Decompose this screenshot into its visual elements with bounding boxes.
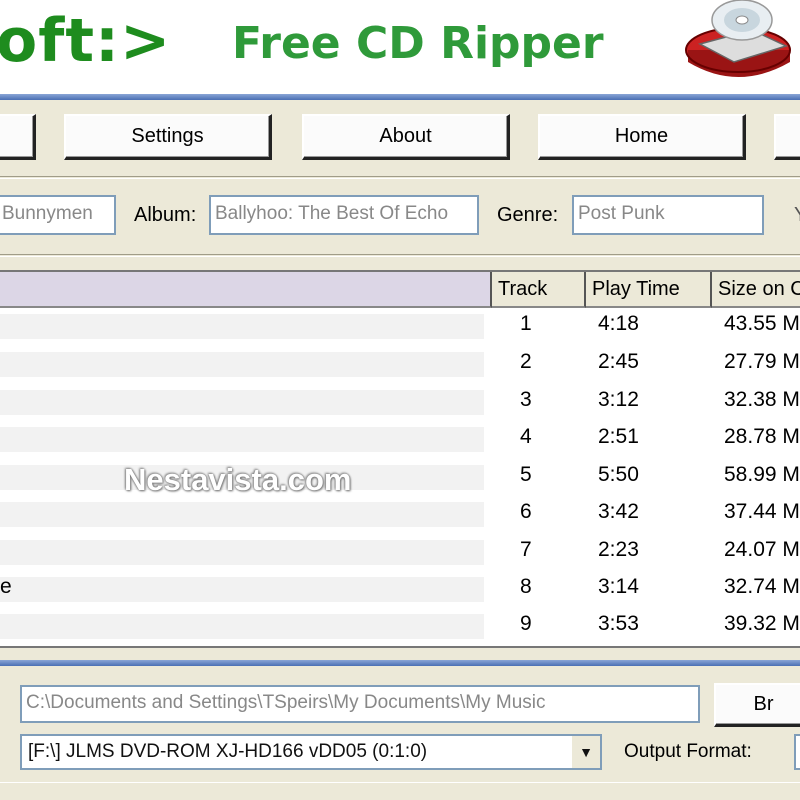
track-play-time: 3:53 — [598, 612, 639, 635]
table-row[interactable]: 3 3:12 32.38 M — [0, 384, 800, 421]
track-number: 5 — [520, 463, 532, 486]
output-path-field[interactable]: C:\Documents and Settings\TSpeirs\My Doc… — [20, 685, 700, 723]
tags-separator — [0, 254, 800, 257]
track-play-time: 5:50 — [598, 463, 639, 486]
track-size: 58.99 M — [724, 463, 800, 486]
track-play-time: 2:45 — [598, 350, 639, 373]
table-row[interactable]: 7 2:23 24.07 M — [0, 534, 800, 571]
track-size: 24.07 M — [724, 538, 800, 561]
app-title: Free CD Ripper — [232, 18, 604, 69]
table-row[interactable]: 4 2:51 28.78 M — [0, 421, 800, 458]
column-header-title[interactable] — [0, 272, 492, 308]
track-size: 39.32 M — [724, 612, 800, 635]
track-number: 2 — [520, 350, 532, 373]
year-label-partial: Y — [794, 204, 800, 227]
track-number: 6 — [520, 500, 532, 523]
table-row[interactable]: 5 5:50 58.99 M — [0, 459, 800, 496]
window-bottom-edge — [0, 782, 800, 800]
toolbar-button-left-partial[interactable] — [0, 114, 36, 160]
track-number: 4 — [520, 425, 532, 448]
track-size: 43.55 M — [724, 312, 800, 335]
column-header-size[interactable]: Size on C — [712, 272, 800, 308]
track-play-time: 2:51 — [598, 425, 639, 448]
table-row[interactable]: 2 2:45 27.79 M — [0, 346, 800, 383]
brand-logo-text: oft:> — [0, 6, 172, 76]
track-number: 7 — [520, 538, 532, 561]
column-header-track[interactable]: Track — [492, 272, 586, 308]
header-divider — [0, 94, 800, 100]
genre-label: Genre: — [497, 204, 559, 226]
table-row[interactable]: 9 3:53 39.32 M — [0, 608, 800, 645]
track-size: 37.44 M — [724, 500, 800, 523]
track-number: 8 — [520, 575, 532, 598]
track-title: e — [0, 575, 12, 598]
toolbar-separator — [0, 176, 800, 179]
output-format-label: Output Format: — [624, 741, 752, 762]
browse-button[interactable]: Br — [714, 683, 800, 727]
watermark: Nestavista.com — [124, 462, 352, 497]
cd-drive-value: [F:\] JLMS DVD-ROM XJ-HD166 vDD05 (0:1:0… — [28, 741, 428, 762]
app-header: oft:> Free CD Ripper — [0, 0, 800, 94]
track-number: 9 — [520, 612, 532, 635]
about-button[interactable]: About — [302, 114, 510, 160]
track-number: 1 — [520, 312, 532, 335]
genre-field[interactable]: Post Punk — [572, 195, 764, 235]
cd-drive-icon — [685, 0, 791, 77]
table-row[interactable]: 1 4:18 43.55 M — [0, 308, 800, 345]
home-button[interactable]: Home — [538, 114, 746, 160]
table-row[interactable]: e 8 3:14 32.74 M — [0, 571, 800, 608]
track-size: 28.78 M — [724, 425, 800, 448]
track-number: 3 — [520, 388, 532, 411]
track-size: 32.38 M — [724, 388, 800, 411]
dropdown-arrow-icon[interactable]: ▼ — [570, 736, 600, 768]
settings-button[interactable]: Settings — [64, 114, 272, 160]
artist-field[interactable]: Bunnymen — [0, 195, 116, 235]
output-format-select[interactable] — [794, 734, 800, 770]
track-play-time: 3:42 — [598, 500, 639, 523]
cd-drive-select[interactable]: [F:\] JLMS DVD-ROM XJ-HD166 vDD05 (0:1:0… — [20, 734, 602, 770]
track-list[interactable]: Track Play Time Size on C 1 4:18 43.55 M… — [0, 270, 800, 648]
column-header-play-time[interactable]: Play Time — [586, 272, 712, 308]
album-field[interactable]: Ballyhoo: The Best Of Echo — [209, 195, 479, 235]
track-play-time: 3:14 — [598, 575, 639, 598]
bottom-divider — [0, 660, 800, 666]
table-row[interactable]: 6 3:42 37.44 M — [0, 496, 800, 533]
track-play-time: 2:23 — [598, 538, 639, 561]
album-label: Album: — [134, 204, 197, 226]
track-size: 32.74 M — [724, 575, 800, 598]
track-play-time: 4:18 — [598, 312, 639, 335]
track-size: 27.79 M — [724, 350, 800, 373]
track-play-time: 3:12 — [598, 388, 639, 411]
toolbar-button-right-partial[interactable] — [774, 114, 800, 160]
